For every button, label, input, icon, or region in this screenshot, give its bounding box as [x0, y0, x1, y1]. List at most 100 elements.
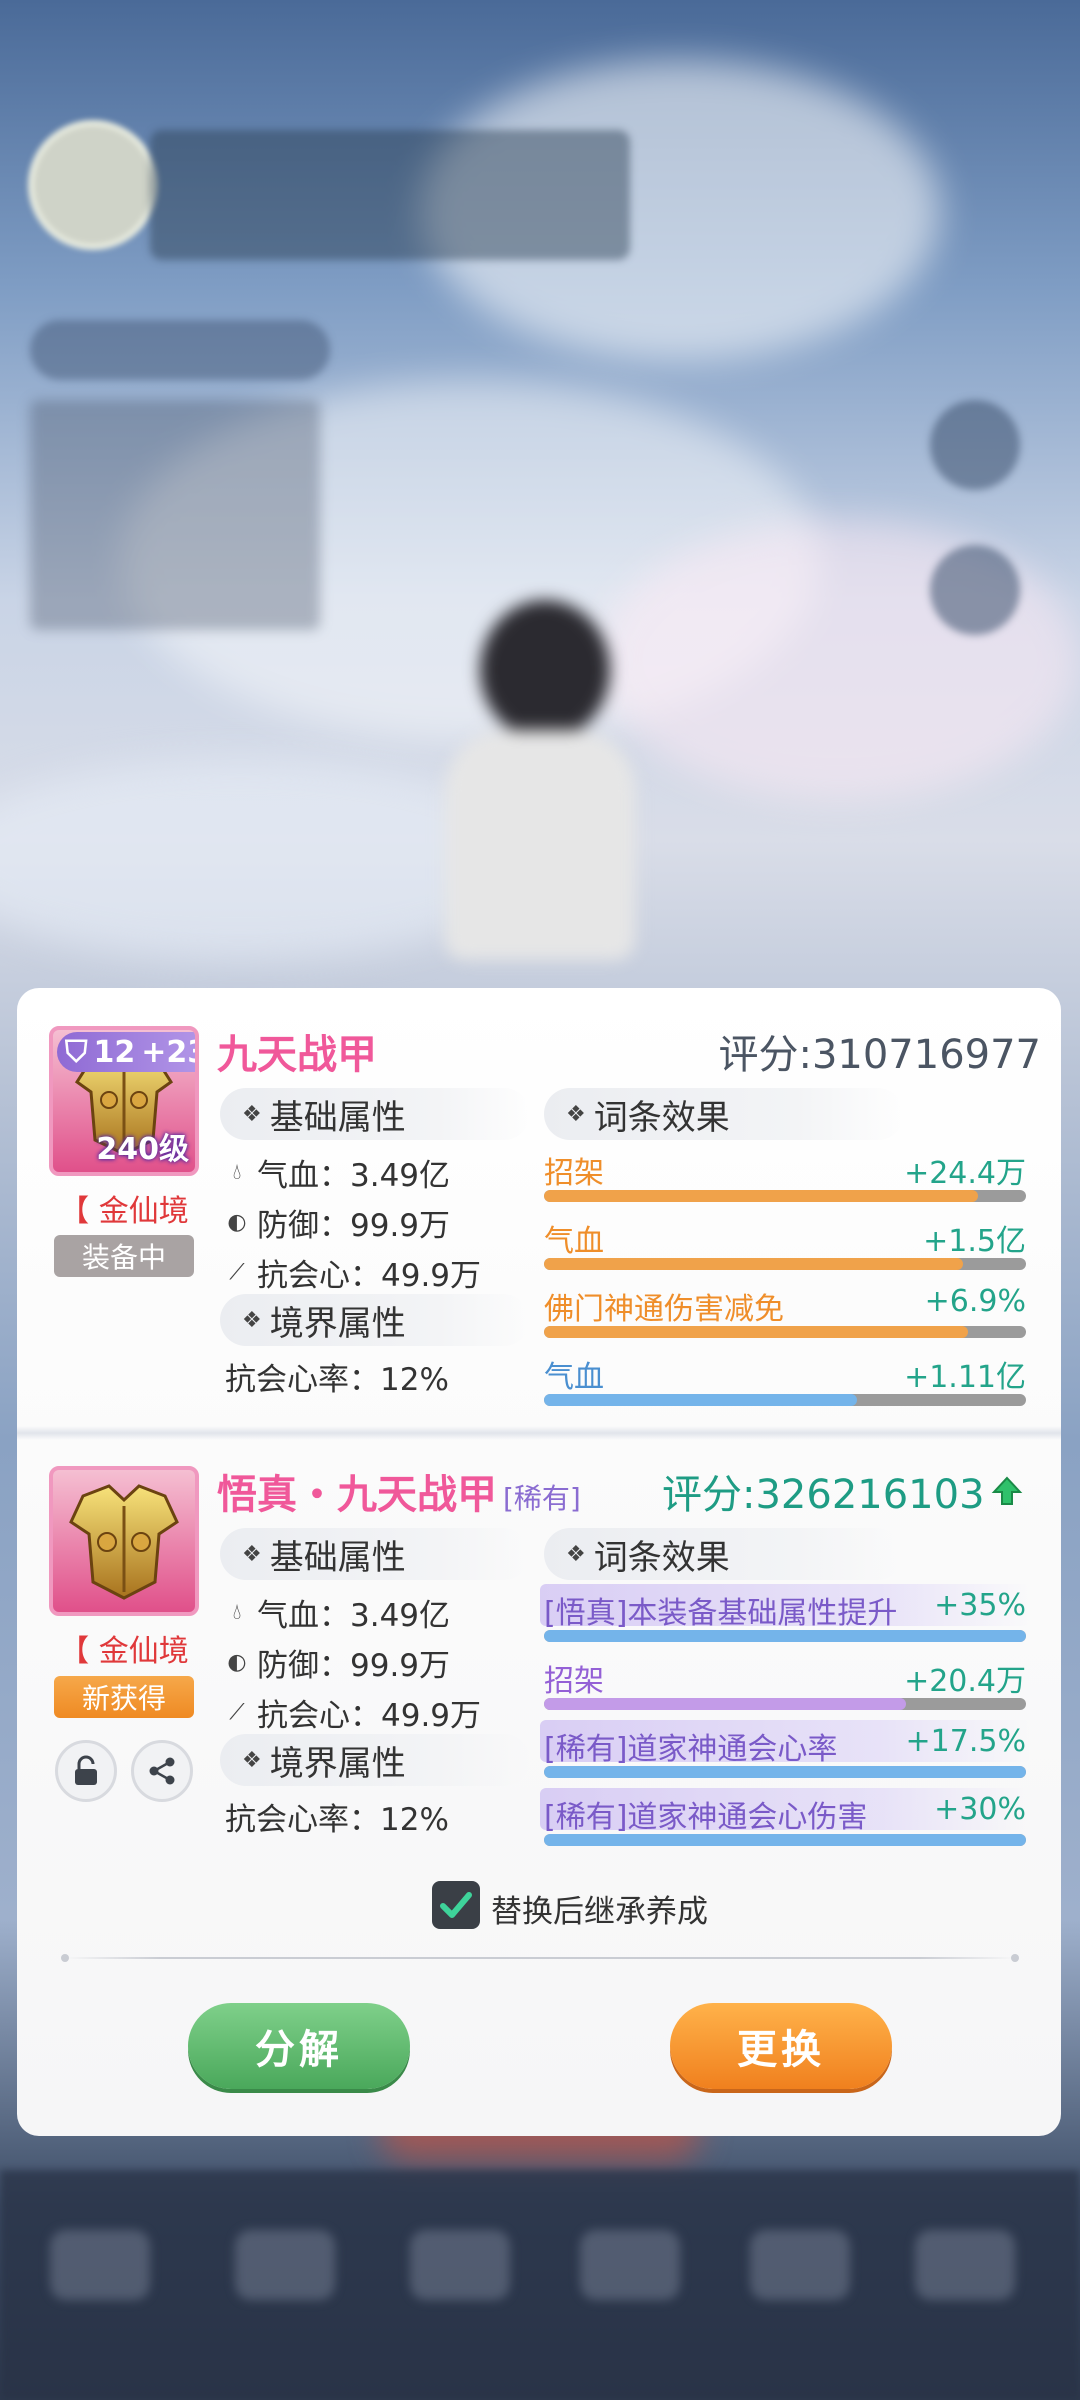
new-affix-header: ❖ 词条效果	[544, 1528, 904, 1580]
section-label: 境界属性	[269, 1303, 406, 1344]
stat-text: 气血：3.49亿	[257, 1598, 451, 1634]
bg-nav-icon	[580, 2230, 680, 2300]
diamond-icon: ❖	[566, 1541, 586, 1567]
diamond-icon: ❖	[566, 1101, 586, 1127]
stat-text: 防御：99.9万	[257, 1208, 451, 1244]
affix-bar-fill	[544, 1394, 858, 1406]
affix-bar	[544, 1834, 1026, 1846]
equipped-affix-4: 气血 +1.11亿	[544, 1352, 1026, 1408]
new-item-name: 悟真・九天战甲 [稀有]	[217, 1462, 581, 1520]
badge-level: 12	[93, 1034, 136, 1070]
stat-text: 抗会心：49.9万	[257, 1258, 482, 1294]
affix-bar-fill	[544, 1326, 969, 1338]
badge-plus: +23	[141, 1034, 195, 1070]
equipped-affix-2: 气血 +1.5亿	[544, 1216, 1026, 1272]
affix-bar	[544, 1766, 1026, 1778]
section-label: 基础属性	[269, 1097, 406, 1138]
new-score-text: 评分:326216103	[662, 1472, 985, 1518]
section-label: 词条效果	[593, 1537, 730, 1578]
equipped-armor-icon[interactable]: ⛉ 12 +23 240级	[49, 1026, 199, 1176]
equipped-score: 评分:310716977	[718, 1032, 1041, 1078]
equipped-status-badge: 装备中	[54, 1235, 194, 1277]
anti-crit-icon: ⟋	[229, 1260, 245, 1285]
equipped-stat-defense: ◐ 防御：99.9万	[225, 1200, 450, 1245]
new-affix-3: [稀有]道家神通会心率 +17.5%	[540, 1720, 1030, 1780]
inherit-label[interactable]: 替换后继承养成	[491, 1886, 708, 1931]
affix-bar-fill	[544, 1190, 978, 1202]
bg-stats-panel	[30, 400, 320, 630]
affix-bar	[544, 1258, 1026, 1270]
affix-label: 佛门神通伤害减免	[544, 1292, 784, 1327]
player-avatar	[28, 120, 158, 250]
blood-drop-icon: 💧︎	[232, 1160, 242, 1185]
bg-nav-icon	[410, 2230, 510, 2300]
armor-icon	[69, 1484, 179, 1600]
affix-bar-fill	[544, 1630, 1026, 1642]
bg-pill	[30, 320, 330, 380]
new-status-badge: 新获得	[54, 1676, 194, 1718]
checkmark-icon	[440, 1892, 472, 1918]
affix-bar	[544, 1630, 1026, 1642]
player-character	[420, 580, 680, 1000]
new-realm-stat: 抗会心率：12%	[225, 1794, 449, 1839]
affix-label: 招架	[544, 1664, 604, 1699]
player-nameplate	[150, 130, 630, 260]
arrow-up-icon	[991, 1476, 1022, 1505]
new-base-attr-header: ❖ 基础属性	[220, 1528, 530, 1580]
stat-text: 防御：99.9万	[257, 1648, 451, 1684]
share-icon	[149, 1757, 175, 1785]
level-shield-icon: ⛉	[65, 1034, 88, 1070]
bg-nav-icon	[915, 2230, 1015, 2300]
enhance-level-badge: ⛉ 12 +23	[57, 1032, 195, 1072]
affix-bar-fill	[544, 1766, 1026, 1778]
diamond-icon: ❖	[242, 1307, 262, 1333]
lock-button[interactable]	[55, 1740, 117, 1802]
affix-label: 气血	[544, 1224, 604, 1259]
new-realm-attr-header: ❖ 境界属性	[220, 1734, 530, 1786]
stat-text: 抗会心：49.9万	[257, 1698, 482, 1734]
lock-icon	[75, 1755, 97, 1785]
affix-bar	[544, 1190, 1026, 1202]
inherit-checkbox[interactable]	[432, 1881, 480, 1929]
affix-bar-fill	[544, 1834, 1026, 1846]
separator-line	[65, 1957, 1015, 1959]
bg-nav-icon	[50, 2230, 150, 2300]
section-label: 基础属性	[269, 1537, 406, 1578]
affix-bar	[544, 1698, 1026, 1710]
equipped-realm-stat: 抗会心率：12%	[225, 1354, 449, 1399]
replace-button[interactable]: 更换	[670, 2003, 892, 2089]
affix-label: [稀有]道家神通会心伤害	[544, 1800, 868, 1835]
affix-value: +20.4万	[904, 1664, 1026, 1699]
new-stat-defense: ◐ 防御：99.9万	[225, 1640, 450, 1685]
bg-menu-icon	[930, 400, 1020, 490]
new-score: 评分:326216103	[662, 1462, 1023, 1520]
affix-value: +24.4万	[904, 1156, 1026, 1191]
equipped-base-attr-header: ❖ 基础属性	[220, 1088, 530, 1140]
separator-dot	[1011, 1954, 1019, 1962]
affix-bar	[544, 1394, 1026, 1406]
new-affix-4: [稀有]道家神通会心伤害 +30%	[540, 1788, 1030, 1848]
affix-value: +1.11亿	[904, 1360, 1026, 1395]
decompose-button[interactable]: 分解	[188, 2003, 410, 2089]
affix-value: +30%	[934, 1792, 1026, 1827]
section-label: 境界属性	[269, 1743, 406, 1784]
share-button[interactable]	[131, 1740, 193, 1802]
new-affix-2: 招架 +20.4万	[544, 1656, 1026, 1712]
section-divider	[17, 1426, 1061, 1440]
anti-crit-icon: ⟋	[229, 1700, 245, 1725]
affix-bar	[544, 1326, 1026, 1338]
equipped-affix-header: ❖ 词条效果	[544, 1088, 904, 1140]
equipped-affix-1: 招架 +24.4万	[544, 1148, 1026, 1204]
shield-icon: ◐	[227, 1210, 247, 1235]
affix-label: [稀有]道家神通会心率	[544, 1732, 838, 1767]
new-item-name-text: 悟真・九天战甲	[217, 1472, 497, 1518]
shield-icon: ◐	[227, 1650, 247, 1675]
affix-label: [悟真]本装备基础属性提升	[544, 1596, 898, 1631]
affix-value: +35%	[934, 1588, 1026, 1623]
new-affix-1: [悟真]本装备基础属性提升 +35%	[540, 1584, 1030, 1644]
new-armor-icon[interactable]	[49, 1466, 199, 1616]
blood-drop-icon: 💧︎	[232, 1600, 242, 1625]
affix-value: +6.9%	[924, 1284, 1026, 1319]
diamond-icon: ❖	[242, 1541, 262, 1567]
diamond-icon: ❖	[242, 1747, 262, 1773]
